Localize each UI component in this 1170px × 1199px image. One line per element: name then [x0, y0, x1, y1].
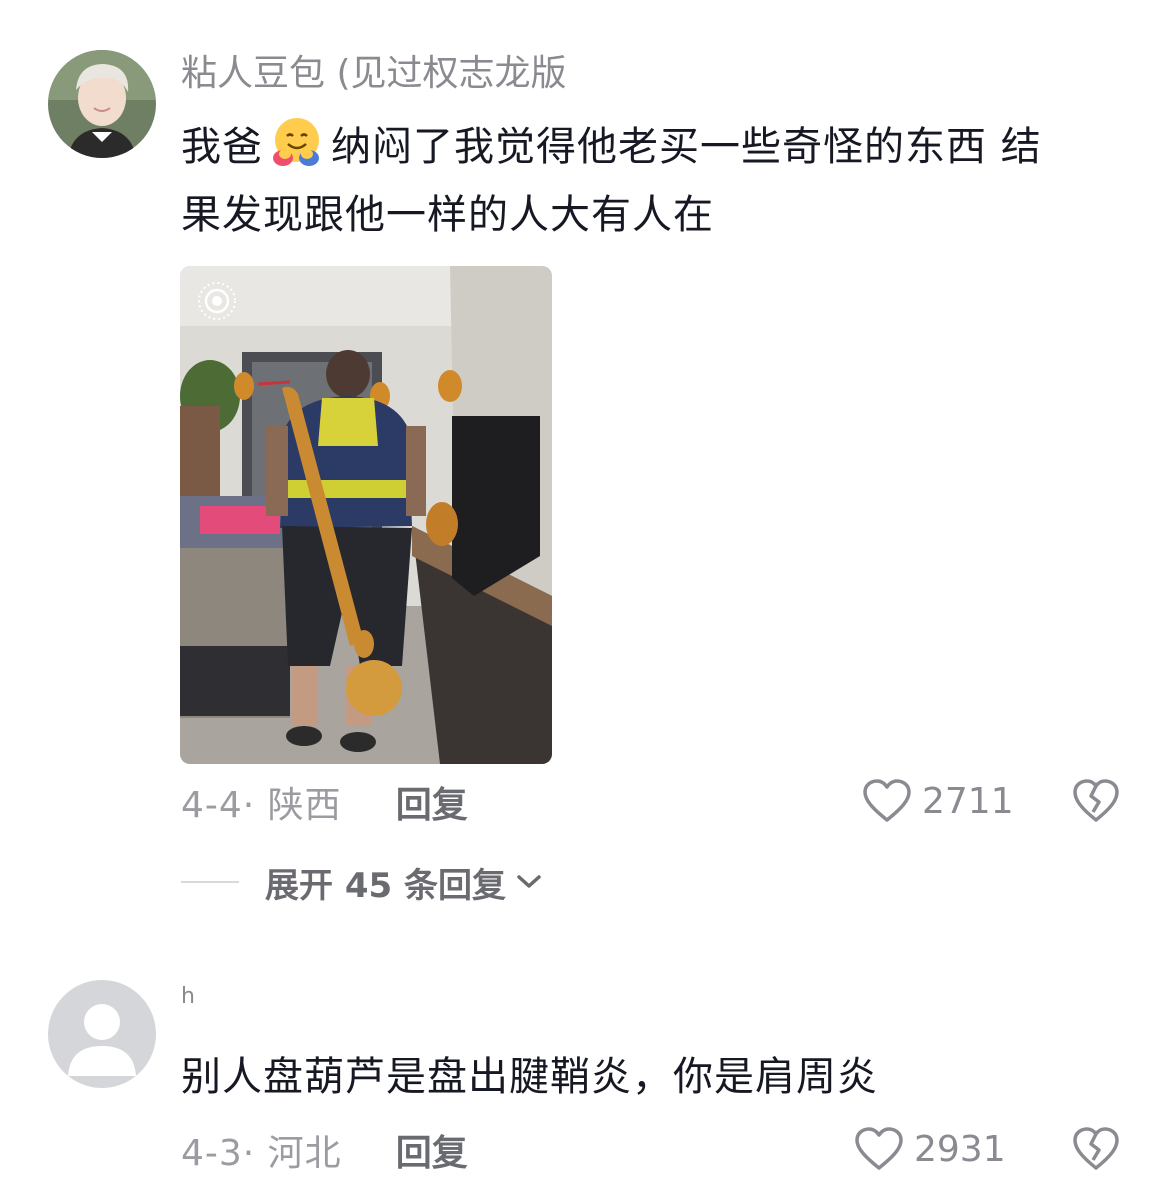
- comment-meta: 4-3· 河北 回复: [181, 1126, 468, 1174]
- comment-text-part: 我爸: [181, 124, 263, 170]
- live-photo-icon: [197, 281, 237, 321]
- heart-outline-icon: [855, 1127, 903, 1170]
- comment-meta: 4-4· 陕西 回复: [181, 778, 468, 826]
- comment-item: h 别人盘葫芦是盘出腱鞘炎，你是肩周炎 4-3· 河北 回复 2931: [0, 940, 1170, 1199]
- avatar[interactable]: [48, 980, 156, 1088]
- avatar[interactable]: [48, 50, 156, 158]
- divider-line: [181, 881, 239, 883]
- comment-image[interactable]: [180, 266, 552, 764]
- reply-button[interactable]: 回复: [396, 1124, 468, 1176]
- like-count: 2931: [914, 1128, 1006, 1170]
- dislike-button[interactable]: [1072, 1126, 1120, 1176]
- comment-text: 我爸 纳闷了我觉得他老买一些奇怪的东西 结 果发现跟他一样的人大有人在: [181, 113, 1131, 249]
- reply-button[interactable]: 回复: [396, 776, 468, 828]
- broken-heart-icon: [1073, 779, 1119, 822]
- comment-date-location: 4-3· 河北: [181, 1133, 342, 1174]
- broken-heart-icon: [1073, 1127, 1119, 1170]
- like-button[interactable]: 2931: [854, 1124, 1006, 1174]
- dislike-button[interactable]: [1072, 778, 1120, 828]
- comment-item: 粘人豆包 (见过权志龙版 我爸 纳闷了我觉得他老买一些奇怪的东西 结 果发现跟他…: [0, 0, 1170, 930]
- comment-date-location: 4-4· 陕西: [181, 785, 342, 826]
- expand-replies-label: 展开 45 条回复: [265, 865, 506, 906]
- comment-text: 别人盘葫芦是盘出腱鞘炎，你是肩周炎: [181, 1054, 878, 1100]
- comment-text-part: 果发现跟他一样的人大有人在: [181, 192, 714, 238]
- comment-username[interactable]: 粘人豆包 (见过权志龙版: [181, 50, 567, 98]
- like-count: 2711: [922, 780, 1014, 822]
- heart-outline-icon: [863, 779, 911, 822]
- hugging-face-emoji-icon: [269, 114, 325, 170]
- expand-replies-button[interactable]: 展开 45 条回复: [181, 858, 542, 906]
- like-button[interactable]: 2711: [862, 776, 1014, 826]
- comment-text-part: 纳闷了我觉得他老买一些奇怪的东西 结: [331, 124, 1042, 170]
- chevron-down-icon: [517, 875, 541, 888]
- comment-username[interactable]: h: [181, 982, 195, 1012]
